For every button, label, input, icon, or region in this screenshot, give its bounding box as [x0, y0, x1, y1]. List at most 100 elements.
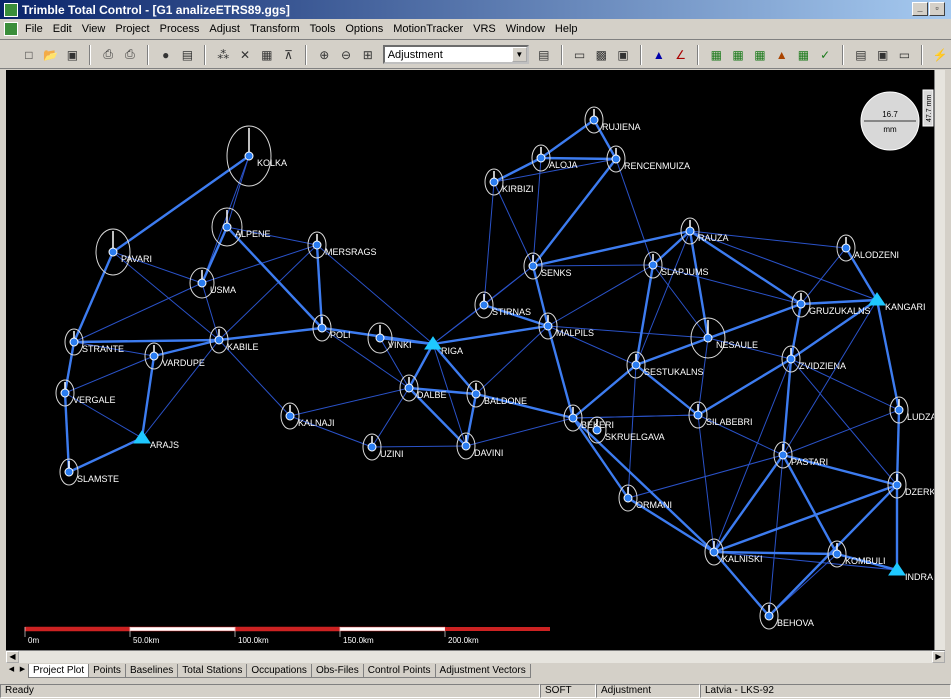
station-label: STIRNAS — [492, 307, 531, 317]
station-icon[interactable]: ▲ — [773, 46, 791, 64]
menu-window[interactable]: Window — [501, 23, 550, 35]
window-icon[interactable]: ▭ — [571, 46, 589, 64]
tab-obs-files[interactable]: Obs-Files — [310, 664, 364, 678]
error-scale-unit: mm — [883, 125, 897, 134]
menu-edit[interactable]: Edit — [48, 23, 77, 35]
station-label: BALDONE — [484, 396, 527, 406]
zoom-in-icon[interactable]: ⊕ — [315, 46, 333, 64]
toolbar: □ 📂 ▣ ⎙ ⎙ ● ▤ ⁂ ✕ ▦ ⊼ ⊕ ⊖ ⊞ Adjustment ▼… — [0, 41, 951, 69]
azimuth-icon[interactable]: ∠ — [672, 46, 690, 64]
station-marker — [709, 547, 719, 557]
station-marker — [285, 411, 295, 421]
tab-total-stations[interactable]: Total Stations — [177, 664, 248, 678]
station-marker — [244, 151, 254, 161]
station-label: KALNAJI — [298, 418, 335, 428]
tab-nav-next-icon[interactable]: ▶ — [17, 664, 28, 675]
network-adjust-icon[interactable]: ▦ — [729, 46, 747, 64]
print-preview-icon[interactable]: ⎙ — [121, 46, 139, 64]
project-plot-canvas[interactable]: KOLKA PAVARI ALPENE MERSRAGS USMA STRANTE VARD… — [6, 70, 934, 650]
menu-transform[interactable]: Transform — [245, 23, 305, 35]
station-marker — [214, 335, 224, 345]
display-icon[interactable]: ▣ — [874, 46, 892, 64]
layers-icon[interactable]: ▤ — [852, 46, 870, 64]
save-icon[interactable]: ▣ — [64, 46, 82, 64]
station-marker — [404, 383, 414, 393]
menu-file[interactable]: File — [20, 23, 48, 35]
station-label: KANGARI — [885, 302, 926, 312]
menu-help[interactable]: Help — [550, 23, 583, 35]
control-point-icon[interactable]: ▲ — [650, 46, 668, 64]
properties-icon[interactable]: ▤ — [535, 46, 553, 64]
station-marker — [832, 549, 842, 559]
menu-process[interactable]: Process — [155, 23, 205, 35]
station-label: ALOJA — [549, 160, 578, 170]
vertical-scrollbar[interactable] — [934, 70, 945, 650]
network-plot[interactable]: KOLKA PAVARI ALPENE MERSRAGS USMA STRANTE VARD… — [6, 70, 934, 650]
import-icon[interactable]: ▤ — [179, 46, 197, 64]
panel-icon[interactable]: ▭ — [896, 46, 914, 64]
window-titlebar: Trimble Total Control - [G1 analizeETRS8… — [0, 0, 951, 19]
scroll-right-icon[interactable]: ▶ — [932, 651, 945, 663]
document-icon[interactable] — [4, 22, 18, 36]
baseline-line — [635, 230, 691, 366]
menu-view[interactable]: View — [77, 23, 111, 35]
satellite-icon[interactable]: ✕ — [236, 46, 254, 64]
station-marker — [222, 222, 232, 232]
station-label: DAVINI — [474, 448, 503, 458]
grid-icon[interactable]: ⊞ — [359, 46, 377, 64]
baseline-line — [371, 445, 467, 448]
tab-control-points[interactable]: Control Points — [362, 664, 436, 678]
tab-occupations[interactable]: Occupations — [246, 664, 312, 678]
view-mode-select[interactable]: Adjustment ▼ — [382, 45, 529, 64]
horizontal-scrollbar[interactable]: ◀ ▶ — [6, 650, 945, 663]
menu-project[interactable]: Project — [110, 23, 154, 35]
lightning-icon[interactable]: ⚡ — [931, 46, 949, 64]
tab-nav-prev-icon[interactable]: ◀ — [6, 664, 17, 675]
baseline-line — [697, 357, 792, 417]
baseline-line — [465, 417, 574, 447]
print-icon[interactable]: ⎙ — [99, 46, 117, 64]
network-icon[interactable]: ▦ — [707, 46, 725, 64]
baseline-line — [64, 355, 155, 394]
filter-icon[interactable]: ⊼ — [280, 46, 298, 64]
chevron-down-icon[interactable]: ▼ — [511, 47, 527, 62]
station-label: SENKS — [541, 268, 572, 278]
station-label: POLI — [330, 330, 351, 340]
tab-baselines[interactable]: Baselines — [124, 664, 179, 678]
toolbar-separator — [89, 44, 92, 65]
check-icon[interactable]: ✓ — [816, 46, 834, 64]
restore-button[interactable]: ▫ — [929, 2, 945, 16]
tab-points[interactable]: Points — [88, 664, 126, 678]
menu-vrs[interactable]: VRS — [468, 23, 501, 35]
network-edit-icon[interactable]: ▦ — [751, 46, 769, 64]
station-marker — [786, 354, 796, 364]
station-label: SLAPJUMS — [661, 267, 709, 277]
station-marker — [197, 278, 207, 288]
baseline-line — [540, 156, 617, 161]
station-marker — [611, 154, 621, 164]
minimize-button[interactable]: _ — [912, 2, 928, 16]
zoom-out-icon[interactable]: ⊖ — [337, 46, 355, 64]
map-icon[interactable]: ▩ — [592, 46, 610, 64]
table-icon[interactable]: ▦ — [795, 46, 813, 64]
menu-adjust[interactable]: Adjust — [204, 23, 245, 35]
report-icon[interactable]: ▦ — [258, 46, 276, 64]
station-marker — [892, 480, 902, 490]
flag-icon[interactable]: ▣ — [614, 46, 632, 64]
globe-icon[interactable]: ● — [157, 46, 175, 64]
tab-project-plot[interactable]: Project Plot — [28, 664, 90, 678]
process-icon[interactable]: ⁂ — [214, 46, 232, 64]
new-file-icon[interactable]: □ — [20, 46, 38, 64]
baseline-line — [407, 343, 435, 389]
menu-tools[interactable]: Tools — [305, 23, 341, 35]
baseline-line — [464, 393, 478, 447]
station-marker — [479, 300, 489, 310]
station-label: MERSRAGS — [325, 247, 377, 257]
menu-options[interactable]: Options — [340, 23, 388, 35]
open-folder-icon[interactable]: 📂 — [42, 46, 60, 64]
menu-motiontracker[interactable]: MotionTracker — [388, 23, 468, 35]
tab-adjustment-vectors[interactable]: Adjustment Vectors — [434, 664, 531, 678]
station-marker — [894, 405, 904, 415]
station-label: RUJIENA — [602, 122, 641, 132]
scroll-left-icon[interactable]: ◀ — [6, 651, 19, 663]
